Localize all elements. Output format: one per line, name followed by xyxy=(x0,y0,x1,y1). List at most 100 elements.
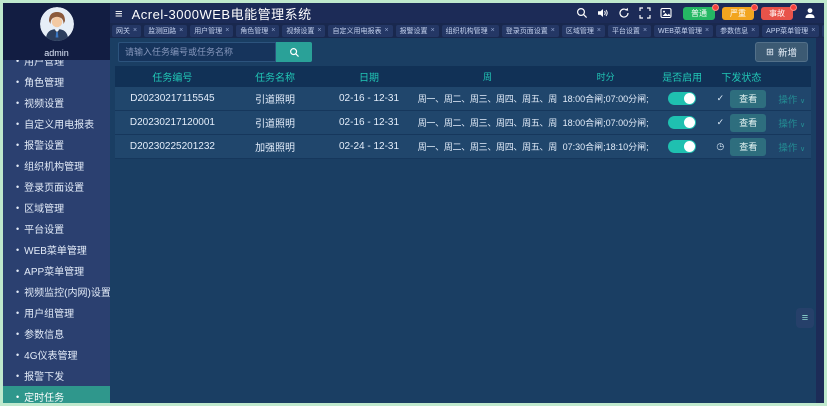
sidebar-item-label: 组织机构管理 xyxy=(24,158,84,173)
sidebar-item-定时任务[interactable]: •定时任务 xyxy=(3,386,110,403)
column-header-是否启用: 是否启用 xyxy=(654,69,710,84)
time-cell: 07:30合闸;18:10分闸; xyxy=(557,140,654,153)
sidebar-item-WEB菜单管理[interactable]: •WEB菜单管理 xyxy=(3,239,110,260)
sidebar-item-自定义用电报表[interactable]: •自定义用电报表 xyxy=(3,113,110,134)
tab-close-icon[interactable]: × xyxy=(491,27,495,34)
sidebar-item-区域管理[interactable]: •区域管理 xyxy=(3,197,110,218)
tab-label: WEB菜单管理 xyxy=(658,26,702,36)
tab-平台设置[interactable]: 平台设置× xyxy=(608,25,651,37)
sidebar-item-组织机构管理[interactable]: •组织机构管理 xyxy=(3,155,110,176)
toggle-knob xyxy=(684,141,695,152)
search-icon[interactable] xyxy=(576,7,588,19)
titlebar: ≡ Acrel-3000WEB电能管理系统 xyxy=(3,3,824,23)
tab-close-icon[interactable]: × xyxy=(551,27,555,34)
sidebar-item-用户管理[interactable]: •用户管理 xyxy=(3,60,110,71)
action-dropdown[interactable]: 操作 ∨ xyxy=(778,143,805,154)
week-cell: 周一、周二、周三、周四、周五、周六、周日 xyxy=(418,116,557,129)
tab-网关[interactable]: 网关× xyxy=(112,25,141,37)
app-window: ≡ Acrel-3000WEB电能管理系统 xyxy=(3,3,824,403)
table-row: D20230225201232加强照明02-24 - 12-31周一、周二、周三… xyxy=(115,135,811,159)
date-cell: 02-16 - 12-31 xyxy=(320,93,417,104)
tab-视频设置[interactable]: 视频设置× xyxy=(282,25,325,37)
tab-close-icon[interactable]: × xyxy=(643,27,647,34)
sidebar-menu: •用户管理•角色管理•视频设置•自定义用电报表•报警设置•组织机构管理•登录页面… xyxy=(3,60,110,403)
tab-close-icon[interactable]: × xyxy=(751,27,755,34)
sidebar-item-角色管理[interactable]: •角色管理 xyxy=(3,71,110,92)
tab-报警下发[interactable]: 报警下发× xyxy=(822,25,824,37)
status-cell: ✓查看 xyxy=(710,114,773,132)
tab-label: 组织机构管理 xyxy=(446,26,488,36)
app-title: Acrel-3000WEB电能管理系统 xyxy=(132,4,312,23)
tab-close-icon[interactable]: × xyxy=(705,27,709,34)
tab-登录页面设置[interactable]: 登录页面设置× xyxy=(502,25,559,37)
sound-icon[interactable] xyxy=(597,7,609,19)
tab-close-icon[interactable]: × xyxy=(317,27,321,34)
sidebar-item-label: 报警下发 xyxy=(24,368,64,383)
tab-WEB菜单管理[interactable]: WEB菜单管理× xyxy=(654,25,713,37)
tab-组织机构管理[interactable]: 组织机构管理× xyxy=(442,25,499,37)
tab-close-icon[interactable]: × xyxy=(271,27,275,34)
sidebar-item-报警设置[interactable]: •报警设置 xyxy=(3,134,110,155)
sidebar-item-label: 参数信息 xyxy=(24,326,64,341)
bullet-icon: • xyxy=(16,98,19,108)
task-id-cell: D20230217120001 xyxy=(115,117,230,128)
tab-自定义用电报表[interactable]: 自定义用电报表× xyxy=(328,25,392,37)
search-button[interactable] xyxy=(276,42,312,62)
task-id-cell: D20230217115545 xyxy=(115,93,230,104)
column-header-日期: 日期 xyxy=(320,69,417,84)
bullet-icon: • xyxy=(16,392,19,402)
sidebar-item-参数信息[interactable]: •参数信息 xyxy=(3,323,110,344)
screenshot-icon[interactable] xyxy=(660,7,672,19)
tab-close-icon[interactable]: × xyxy=(597,27,601,34)
tab-用户管理[interactable]: 用户管理× xyxy=(190,25,233,37)
time-cell: 18:00合闸;07:00分闸; xyxy=(557,116,654,129)
tab-区域管理[interactable]: 区域管理× xyxy=(562,25,605,37)
sidebar-item-报警下发[interactable]: •报警下发 xyxy=(3,365,110,386)
tab-close-icon[interactable]: × xyxy=(179,27,183,34)
sidebar-item-APP菜单管理[interactable]: •APP菜单管理 xyxy=(3,260,110,281)
add-task-button[interactable]: ⊞ 新增 xyxy=(755,42,808,62)
toggle-knob xyxy=(684,117,695,128)
fullscreen-icon[interactable] xyxy=(639,7,651,19)
tab-close-icon[interactable]: × xyxy=(225,27,229,34)
status-group: ◷查看 xyxy=(716,138,766,156)
alarm-button-事故[interactable]: 事故 xyxy=(761,7,793,20)
tab-报警设置[interactable]: 报警设置× xyxy=(396,25,439,37)
username-label: admin xyxy=(3,48,110,58)
tab-close-icon[interactable]: × xyxy=(811,27,815,34)
tab-close-icon[interactable]: × xyxy=(384,27,388,34)
sidebar-item-label: WEB菜单管理 xyxy=(24,242,87,257)
sidebar-item-label: 4G仪表管理 xyxy=(24,347,77,362)
tab-close-icon[interactable]: × xyxy=(431,27,435,34)
view-button[interactable]: 查看 xyxy=(730,90,766,108)
search-input[interactable] xyxy=(118,42,276,62)
view-button[interactable]: 查看 xyxy=(730,114,766,132)
sidebar-item-用户组管理[interactable]: •用户组管理 xyxy=(3,302,110,323)
user-icon[interactable] xyxy=(804,7,816,19)
refresh-icon[interactable] xyxy=(618,7,630,19)
sidebar-item-视频监控(内网)设置[interactable]: •视频监控(内网)设置 xyxy=(3,281,110,302)
view-button[interactable]: 查看 xyxy=(730,138,766,156)
alarm-button-严重[interactable]: 严重 xyxy=(722,7,754,20)
action-dropdown[interactable]: 操作 ∨ xyxy=(778,119,805,130)
tab-close-icon[interactable]: × xyxy=(133,27,137,34)
menu-icon[interactable]: ≡ xyxy=(115,7,123,20)
enabled-toggle[interactable] xyxy=(668,140,696,153)
enabled-toggle[interactable] xyxy=(668,116,696,129)
sidebar-item-label: 视频监控(内网)设置 xyxy=(24,284,110,299)
sidebar-item-平台设置[interactable]: •平台设置 xyxy=(3,218,110,239)
tab-APP菜单管理[interactable]: APP菜单管理× xyxy=(762,25,819,37)
sidebar-item-视频设置[interactable]: •视频设置 xyxy=(3,92,110,113)
tab-角色管理[interactable]: 角色管理× xyxy=(236,25,279,37)
sidebar-item-4G仪表管理[interactable]: •4G仪表管理 xyxy=(3,344,110,365)
sidebar-item-登录页面设置[interactable]: •登录页面设置 xyxy=(3,176,110,197)
alarm-button-普通[interactable]: 普通 xyxy=(683,7,715,20)
tab-参数信息[interactable]: 参数信息× xyxy=(716,25,759,37)
enabled-toggle[interactable] xyxy=(668,92,696,105)
action-cell: 操作 ∨ xyxy=(773,116,811,130)
titlebar-actions: 普通严重事故 xyxy=(576,7,824,20)
sidebar-item-label: 自定义用电报表 xyxy=(24,116,94,131)
drawer-handle-button[interactable]: ≡ xyxy=(796,308,814,328)
action-dropdown[interactable]: 操作 ∨ xyxy=(778,95,805,106)
tab-监测回路[interactable]: 监测回路× xyxy=(144,25,187,37)
